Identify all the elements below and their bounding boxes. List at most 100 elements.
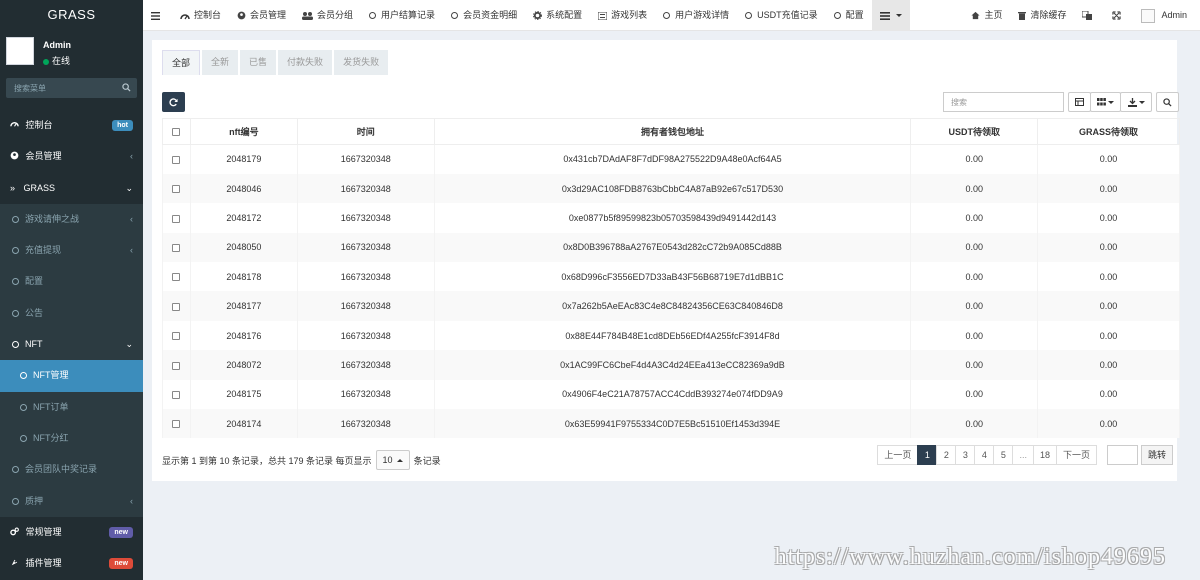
next-page-button[interactable]: 下一页 bbox=[1055, 445, 1097, 465]
page-button[interactable]: 1 bbox=[917, 445, 938, 465]
sidebar-item-nft-orders[interactable]: NFT订单 bbox=[0, 391, 143, 423]
jump-page-input[interactable] bbox=[1106, 445, 1138, 465]
page-button[interactable]: 2 bbox=[936, 445, 957, 465]
chevron-down-icon: ⌄ bbox=[125, 182, 133, 193]
sidebar-item-nft-manage[interactable]: NFT管理 bbox=[0, 360, 143, 392]
nav-label: 配置 bbox=[845, 10, 864, 20]
translate-button[interactable] bbox=[1074, 0, 1104, 31]
table-row[interactable]: 2048172 1667320348 0xe0877b5f89599823b0570… bbox=[162, 203, 1180, 233]
search-toggle-button[interactable] bbox=[1156, 92, 1179, 112]
page-button[interactable]: 18 bbox=[1032, 445, 1057, 465]
sidebar-item-grass[interactable]: » GRASS ⌄ bbox=[0, 173, 143, 204]
sidebar-item-game-war[interactable]: 游戏请伸之战 ‹ bbox=[0, 203, 143, 236]
sidebar-item-general[interactable]: 常规管理 new bbox=[0, 517, 143, 548]
nav-fund-details[interactable]: 会员资金明细 bbox=[443, 0, 525, 31]
columns-button[interactable] bbox=[1090, 92, 1121, 112]
pagination-summary: 显示第 1 到第 10 条记录，总共 179 条记录 每页显示 bbox=[162, 455, 372, 466]
table-row[interactable]: 2048176 1667320348 0x88E44F784B48E1cd8DEb5… bbox=[162, 320, 1180, 351]
tab-all[interactable]: 全部 bbox=[162, 50, 201, 75]
cell-time: 1667320348 bbox=[296, 291, 435, 321]
cell-usdt-pending: 0.00 bbox=[910, 262, 1039, 292]
nav-usdt-recharge[interactable]: USDT充值记录 bbox=[737, 0, 826, 31]
row-checkbox[interactable] bbox=[172, 420, 181, 429]
toggle-view-button[interactable] bbox=[1068, 92, 1091, 112]
nav-settlement-records[interactable]: 用户结算记录 bbox=[361, 0, 443, 31]
nav-config[interactable]: 配置 bbox=[826, 0, 872, 31]
sidebar-item-team-winnings[interactable]: 会员团队中奖记录 bbox=[0, 454, 143, 486]
cell-grass-pending: 0.00 bbox=[1037, 379, 1180, 410]
sidebar-item-nft[interactable]: NFT ⌄ bbox=[0, 329, 143, 361]
sidebar-item-config[interactable]: 配置 bbox=[0, 266, 143, 298]
per-page-select[interactable]: 10 bbox=[375, 450, 410, 470]
export-button[interactable] bbox=[1120, 92, 1152, 112]
tab-new[interactable]: 全新 bbox=[202, 50, 239, 75]
row-checkbox[interactable] bbox=[172, 185, 181, 194]
sidebar-item-plugins[interactable]: 插件管理 new bbox=[0, 548, 143, 579]
select-all-cell bbox=[162, 118, 191, 145]
table-row[interactable]: 2048177 1667320348 0x7a262b5AeEAc83C4e8C84… bbox=[162, 291, 1180, 321]
table-row[interactable]: 2048179 1667320348 0x431cb7DAdAF8F7dDF98A2… bbox=[162, 144, 1180, 174]
row-checkbox[interactable] bbox=[172, 273, 181, 282]
row-select-cell bbox=[162, 320, 191, 351]
page-button[interactable]: 5 bbox=[993, 445, 1014, 465]
table-search-input[interactable] bbox=[943, 92, 1064, 112]
row-checkbox[interactable] bbox=[172, 214, 181, 223]
col-nft-id[interactable]: nft编号 bbox=[189, 118, 298, 145]
cell-time: 1667320348 bbox=[296, 203, 435, 233]
sidebar-item-recharge[interactable]: 充值提现 ‹ bbox=[0, 235, 143, 267]
page-button[interactable]: 4 bbox=[974, 445, 995, 465]
refresh-button[interactable] bbox=[162, 92, 185, 112]
select-all-checkbox[interactable] bbox=[172, 128, 181, 137]
nav-game-list[interactable]: 游戏列表 bbox=[590, 0, 655, 31]
row-select-cell bbox=[162, 291, 191, 321]
row-checkbox[interactable] bbox=[172, 332, 181, 341]
table-row[interactable]: 2048072 1667320348 0x1AC99FC6CbeF4d4A3C4d2… bbox=[162, 350, 1180, 380]
circle-icon bbox=[12, 341, 19, 349]
sidebar-item-notice[interactable]: 公告 bbox=[0, 297, 143, 330]
cell-usdt-pending: 0.00 bbox=[910, 203, 1039, 233]
tab-sold[interactable]: 已售 bbox=[240, 50, 277, 75]
tab-payment-failed[interactable]: 付款失败 bbox=[278, 50, 333, 75]
page-button[interactable]: 3 bbox=[955, 445, 976, 465]
sidebar-item-nft-dividend[interactable]: NFT分红 bbox=[0, 422, 143, 455]
table-row[interactable]: 2048050 1667320348 0x8D0B396788aA2767E0543… bbox=[162, 232, 1180, 263]
sidebar-item-dashboard[interactable]: 控制台 hot bbox=[0, 110, 143, 141]
nav-system-config[interactable]: 系统配置 bbox=[525, 0, 590, 31]
search-icon[interactable] bbox=[122, 83, 131, 92]
clear-cache-button[interactable]: 清除缓存 bbox=[1010, 0, 1074, 31]
home-link[interactable]: 主页 bbox=[963, 0, 1010, 31]
row-checkbox[interactable] bbox=[172, 361, 181, 370]
circle-icon bbox=[12, 466, 19, 474]
row-checkbox[interactable] bbox=[172, 243, 181, 252]
nav-label: 用户结算记录 bbox=[381, 10, 436, 20]
nav-dashboard[interactable]: 控制台 bbox=[172, 0, 229, 31]
jump-button[interactable]: 跳转 bbox=[1140, 445, 1173, 465]
nav-members[interactable]: 会员管理 bbox=[229, 0, 294, 31]
tab-delivery-failed[interactable]: 发货失败 bbox=[334, 50, 389, 75]
sidebar-item-staking[interactable]: 质押 ‹ bbox=[0, 485, 143, 517]
table-row[interactable]: 2048175 1667320348 0x4906F4eC21A78757ACC4C… bbox=[162, 379, 1180, 410]
table-row[interactable]: 2048174 1667320348 0x63E59941F9755334C0D7E… bbox=[162, 409, 1180, 439]
cell-grass-pending: 0.00 bbox=[1037, 173, 1180, 204]
fullscreen-button[interactable] bbox=[1104, 0, 1133, 31]
sidebar-item-members[interactable]: 会员管理 ‹ bbox=[0, 141, 143, 172]
admin-menu[interactable]: Admin bbox=[1133, 0, 1200, 31]
brand-logo[interactable]: GRASS bbox=[0, 0, 143, 30]
table-row[interactable]: 2048046 1667320348 0x3d29AC108FDB8763bCbbC… bbox=[162, 173, 1180, 204]
col-usdt-pending[interactable]: USDT待领取 bbox=[910, 118, 1039, 145]
sidebar-toggle[interactable] bbox=[143, 0, 172, 31]
nav-user-game-details[interactable]: 用户游戏详情 bbox=[655, 0, 737, 31]
refresh-icon bbox=[169, 97, 178, 106]
row-checkbox[interactable] bbox=[172, 390, 181, 399]
col-owner-wallet[interactable]: 拥有者钱包地址 bbox=[433, 118, 912, 145]
nav-more-dropdown[interactable] bbox=[871, 0, 910, 31]
avatar bbox=[6, 37, 34, 65]
prev-page-button[interactable]: 上一页 bbox=[877, 445, 919, 465]
sidebar-search-input[interactable] bbox=[6, 78, 137, 98]
nav-member-groups[interactable]: 会员分组 bbox=[294, 0, 361, 31]
col-grass-pending[interactable]: GRASS待领取 bbox=[1037, 118, 1180, 145]
row-checkbox[interactable] bbox=[172, 302, 181, 311]
table-row[interactable]: 2048178 1667320348 0x68D996cF3556ED7D33aB4… bbox=[162, 262, 1180, 292]
row-checkbox[interactable] bbox=[172, 156, 181, 165]
col-time[interactable]: 时间 bbox=[296, 118, 435, 145]
